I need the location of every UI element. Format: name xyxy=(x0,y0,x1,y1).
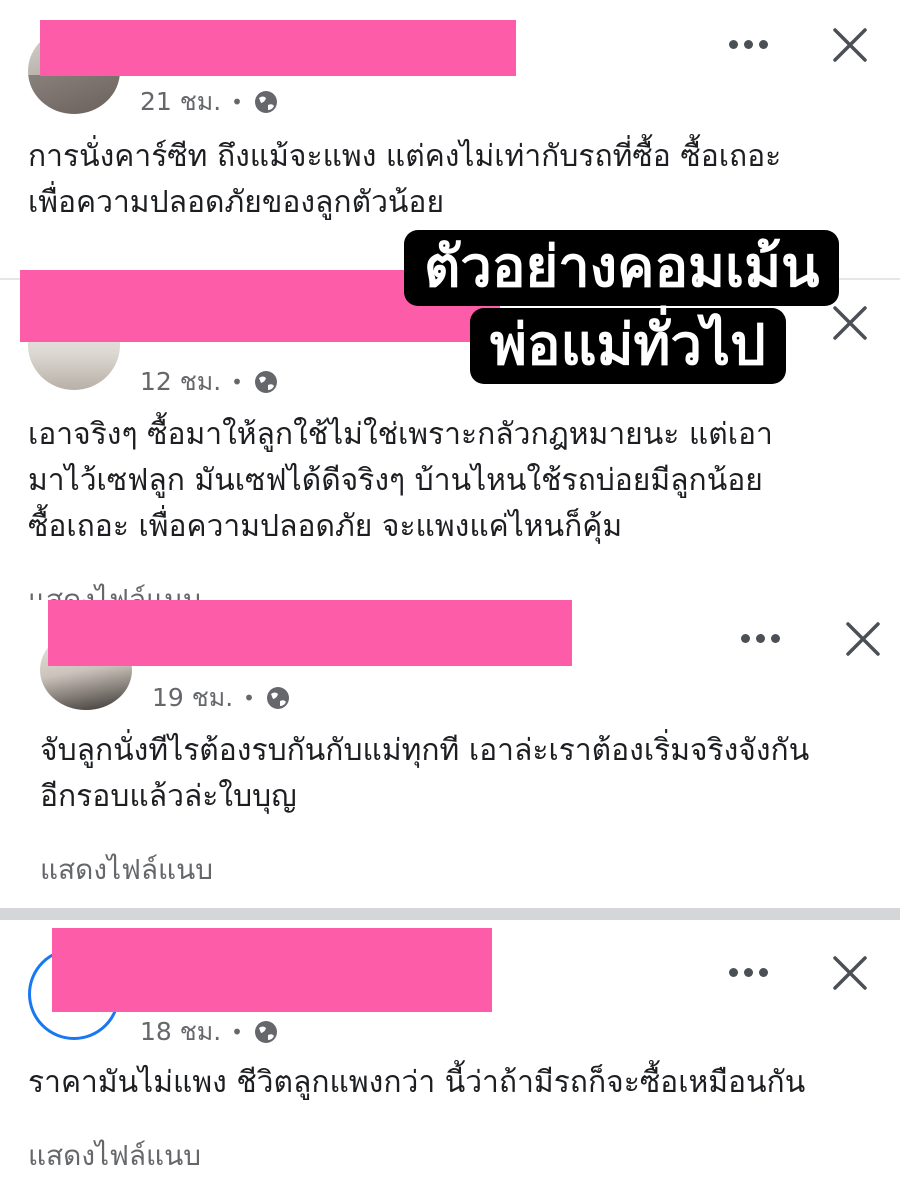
comment-text-line: ซื้อเถอะ เพื่อความปลอดภัย จะแพงแค่ไหนก็ค… xyxy=(28,509,623,544)
timestamp[interactable]: 12 ชม. xyxy=(140,362,221,402)
show-attachment-link[interactable]: แสดงไฟล์แนบ xyxy=(40,848,213,892)
separator-dot: • xyxy=(231,90,243,114)
separator-dot: • xyxy=(231,370,243,394)
globe-icon xyxy=(266,687,289,709)
comment-text-line: ราคามันไม่แพง ชีวิตลูกแพงกว่า นี้ว่าถ้าม… xyxy=(28,1065,806,1100)
close-icon[interactable] xyxy=(831,26,869,64)
separator-dot: • xyxy=(243,686,255,710)
close-icon[interactable] xyxy=(831,304,869,342)
timestamp[interactable]: 19 ชม. xyxy=(152,678,233,718)
show-attachment-link[interactable]: แสดงไฟล์แนบ xyxy=(28,1134,201,1178)
comment-text-line: เพื่อความปลอดภัยของลูกตัวน้อย xyxy=(28,185,445,220)
redacted-name xyxy=(52,928,492,1012)
more-options-icon[interactable] xyxy=(726,34,770,54)
more-options-icon[interactable] xyxy=(726,962,770,982)
comment-meta: 18 ชม. • xyxy=(140,1012,279,1052)
close-icon[interactable] xyxy=(831,954,869,992)
close-icon[interactable] xyxy=(844,620,882,658)
globe-icon xyxy=(254,1021,277,1043)
overlay-caption-line2: พ่อแม่ทั่วไป xyxy=(470,308,786,384)
redacted-name xyxy=(40,20,516,76)
show-attachment-link[interactable]: แสดงไฟล์แนบ xyxy=(28,578,201,602)
timestamp[interactable]: 21 ชม. xyxy=(140,82,221,122)
comment-meta: 21 ชม. • xyxy=(140,82,279,122)
timestamp[interactable]: 18 ชม. xyxy=(140,1012,221,1052)
redacted-name xyxy=(48,600,572,666)
comment-text-line: จับลูกนั่งทีไรต้องรบกันกับแม่ทุกที เอาล่… xyxy=(40,733,810,768)
overlay-caption-line1: ตัวอย่างคอมเม้น xyxy=(404,230,840,306)
more-options-icon[interactable] xyxy=(738,628,782,648)
comment-card-3: 19 ชม. • จับลูกนั่งทีไรต้องรบกันกับแม่ทุ… xyxy=(0,600,900,906)
separator-dot: • xyxy=(231,1020,243,1044)
globe-icon xyxy=(254,91,277,113)
comment-text-line: เอาจริงๆ ซื้อมาให้ลูกใช้ไม่ใช่เพราะกลัวก… xyxy=(28,417,773,452)
comment-text-line: อีกรอบแล้วล่ะใบบุญ xyxy=(40,779,297,814)
globe-icon xyxy=(254,371,277,393)
comment-meta: 19 ชม. • xyxy=(152,678,291,718)
comment-text-line: การนั่งคาร์ซีท ถึงแม้จะแพง แต่คงไม่เท่าก… xyxy=(28,139,782,174)
comment-text-line: มาไว้เซฟลูก มันเซฟได้ดีจริงๆ บ้านไหนใช้ร… xyxy=(28,463,763,498)
section-divider xyxy=(0,908,900,920)
comment-meta: 12 ชม. • xyxy=(140,362,279,402)
